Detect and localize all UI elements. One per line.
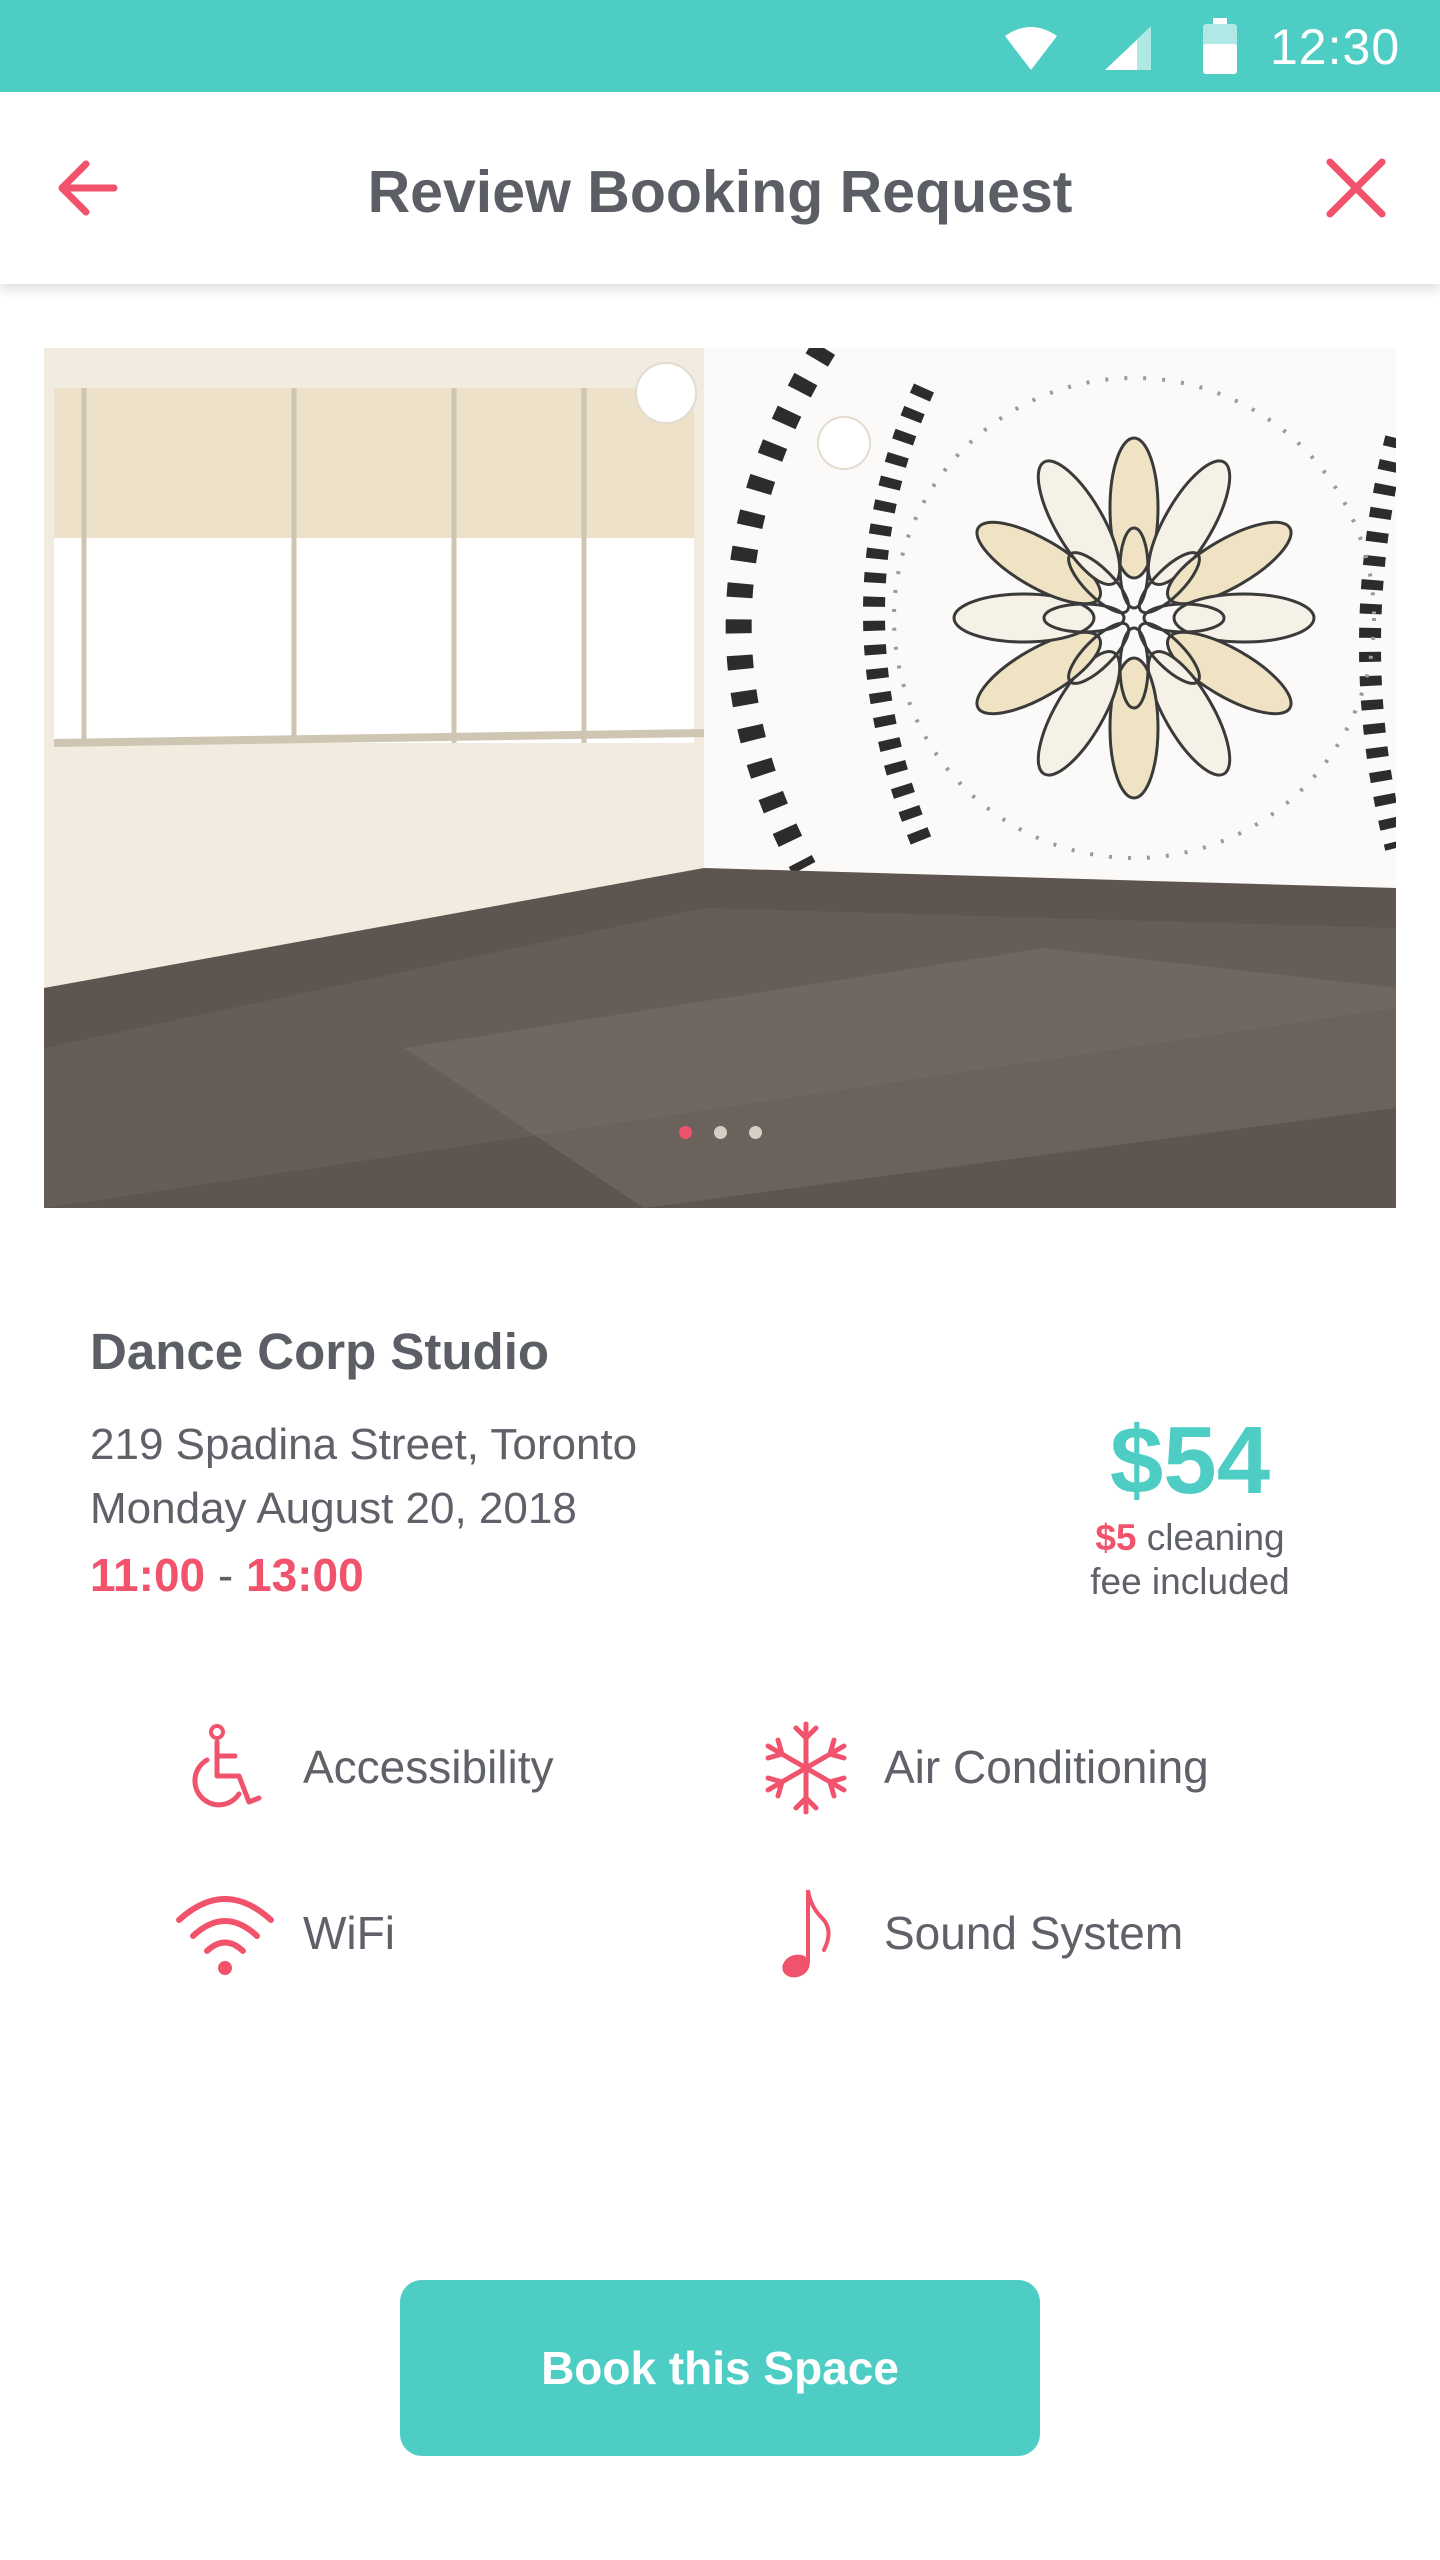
book-space-button[interactable]: Book this Space [400, 2280, 1040, 2456]
wifi-icon [1005, 27, 1057, 70]
cleaning-fee-amount: $5 [1095, 1517, 1137, 1558]
close-button[interactable] [1320, 152, 1392, 224]
amenity-label: Sound System [884, 1907, 1184, 1959]
carousel-dot[interactable] [713, 1126, 727, 1139]
music-note-icon [782, 1889, 831, 1978]
close-icon [1326, 158, 1386, 218]
carousel-dots [44, 1126, 1396, 1139]
page-title: Review Booking Request [367, 159, 1073, 225]
app-bar: Review Booking Request [0, 92, 1440, 284]
studio-name: Dance Corp Studio [90, 1323, 550, 1380]
cleaning-fee-line: $5 cleaning [1050, 1516, 1330, 1560]
cell-signal-icon [1105, 26, 1151, 70]
fee-included-text: fee included [1090, 1561, 1290, 1602]
status-time: 12:30 [1270, 19, 1401, 75]
time-separator: - [205, 1549, 247, 1601]
price-block: $54 $5 cleaning fee included [1050, 1406, 1330, 1604]
start-time: 11:00 [90, 1549, 206, 1601]
studio-address: 219 Spadina Street, Toronto [90, 1420, 638, 1469]
status-bar: 12:30 [0, 0, 1440, 92]
accessibility-icon [192, 1724, 262, 1808]
wifi-icon [176, 1896, 274, 1975]
studio-photo [44, 348, 1396, 1208]
snowflake-icon [765, 1721, 847, 1815]
carousel-dot-active[interactable] [678, 1126, 692, 1139]
price-total: $54 [1109, 1407, 1271, 1514]
end-time: 13:00 [246, 1549, 364, 1601]
studio-photo-carousel[interactable] [44, 348, 1396, 1208]
cleaning-fee-text: cleaning [1136, 1517, 1285, 1558]
battery-icon [1203, 18, 1237, 74]
booking-time-range: 11:00 - 13:00 [90, 1548, 364, 1602]
amenity-label: WiFi [303, 1907, 395, 1959]
amenity-label: Air Conditioning [884, 1741, 1209, 1793]
amenity-label: Accessibility [303, 1741, 554, 1793]
booking-date: Monday August 20, 2018 [90, 1484, 577, 1533]
carousel-dot[interactable] [748, 1126, 762, 1139]
